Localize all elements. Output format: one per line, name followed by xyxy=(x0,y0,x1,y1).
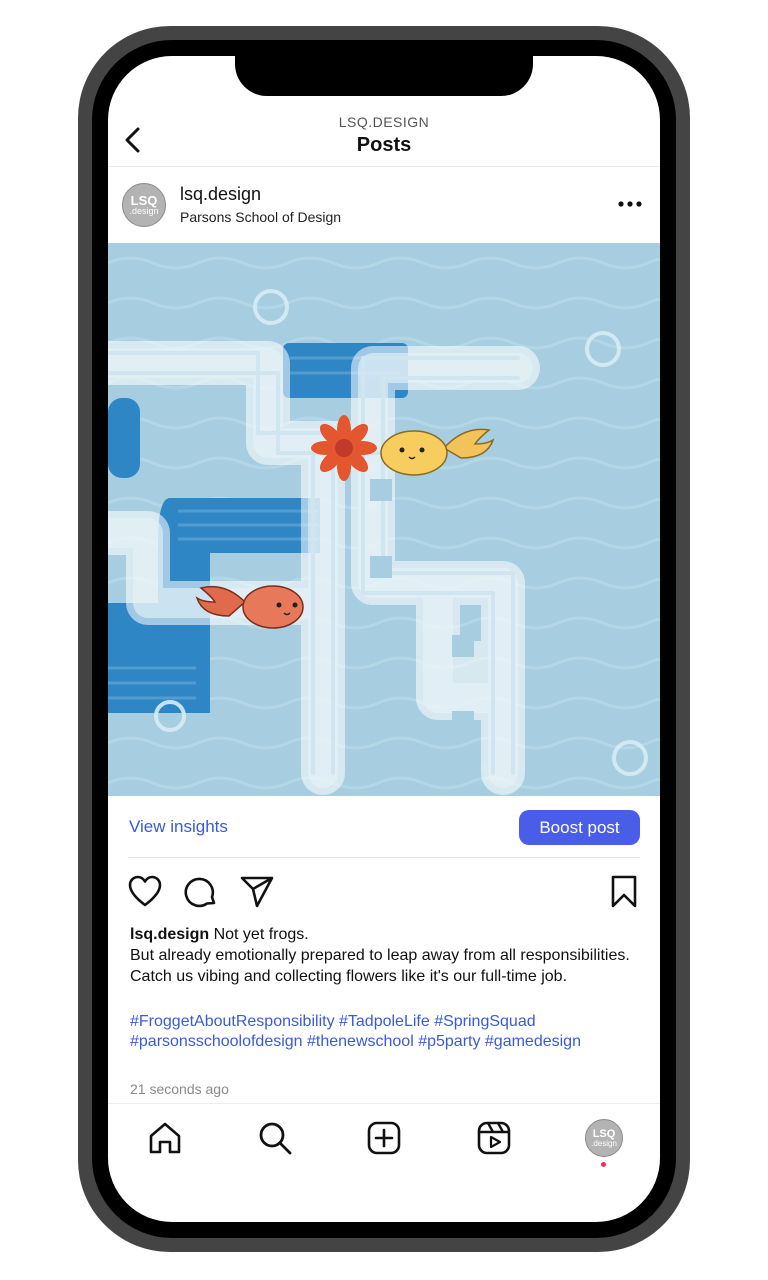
heart-icon[interactable] xyxy=(127,874,163,910)
account-username[interactable]: lsq.design xyxy=(180,184,261,205)
caption-line1: Not yet frogs. xyxy=(213,926,309,943)
post-image[interactable] xyxy=(108,243,660,796)
account-handle-header: LSQ.DESIGN xyxy=(338,114,430,130)
home-icon[interactable] xyxy=(147,1120,183,1156)
share-icon[interactable] xyxy=(239,874,275,910)
boost-post-button[interactable]: Boost post xyxy=(519,810,640,845)
header-divider xyxy=(108,166,660,167)
game-scene-illustration xyxy=(108,243,660,796)
reels-icon[interactable] xyxy=(476,1120,512,1156)
bottom-nav-divider xyxy=(108,1103,660,1104)
notification-dot xyxy=(601,1162,606,1167)
post-timestamp: 21 seconds ago xyxy=(130,1081,229,1097)
caption-line3: Catch us vibing and collecting flowers l… xyxy=(130,968,568,985)
caption-hashtags[interactable]: #FroggetAboutResponsibility #TadpoleLife… xyxy=(130,1012,640,1052)
profile-avatar-line2: .design xyxy=(591,1139,617,1148)
phone-notch xyxy=(235,40,533,96)
post-location[interactable]: Parsons School of Design xyxy=(180,209,341,225)
insights-divider xyxy=(128,857,640,858)
avatar[interactable]: LSQ .design xyxy=(122,183,166,227)
top-bar: LSQ.DESIGN Posts xyxy=(108,112,660,168)
post-caption: lsq.design Not yet frogs. But already em… xyxy=(130,924,640,987)
create-icon[interactable] xyxy=(366,1120,402,1156)
caption-username[interactable]: lsq.design xyxy=(130,926,209,943)
profile-avatar[interactable]: LSQ .design xyxy=(585,1119,623,1157)
caption-line2: But already emotionally prepared to leap… xyxy=(130,947,630,964)
search-icon[interactable] xyxy=(257,1120,293,1156)
avatar-text-line2: .design xyxy=(129,206,159,216)
more-dots-icon[interactable] xyxy=(616,194,646,214)
screen: LSQ.DESIGN Posts LSQ .design lsq.design … xyxy=(108,56,660,1222)
bookmark-icon[interactable] xyxy=(606,874,642,910)
view-insights-link[interactable]: View insights xyxy=(129,817,228,837)
comment-icon[interactable] xyxy=(183,874,219,910)
page-title: Posts xyxy=(356,134,412,156)
